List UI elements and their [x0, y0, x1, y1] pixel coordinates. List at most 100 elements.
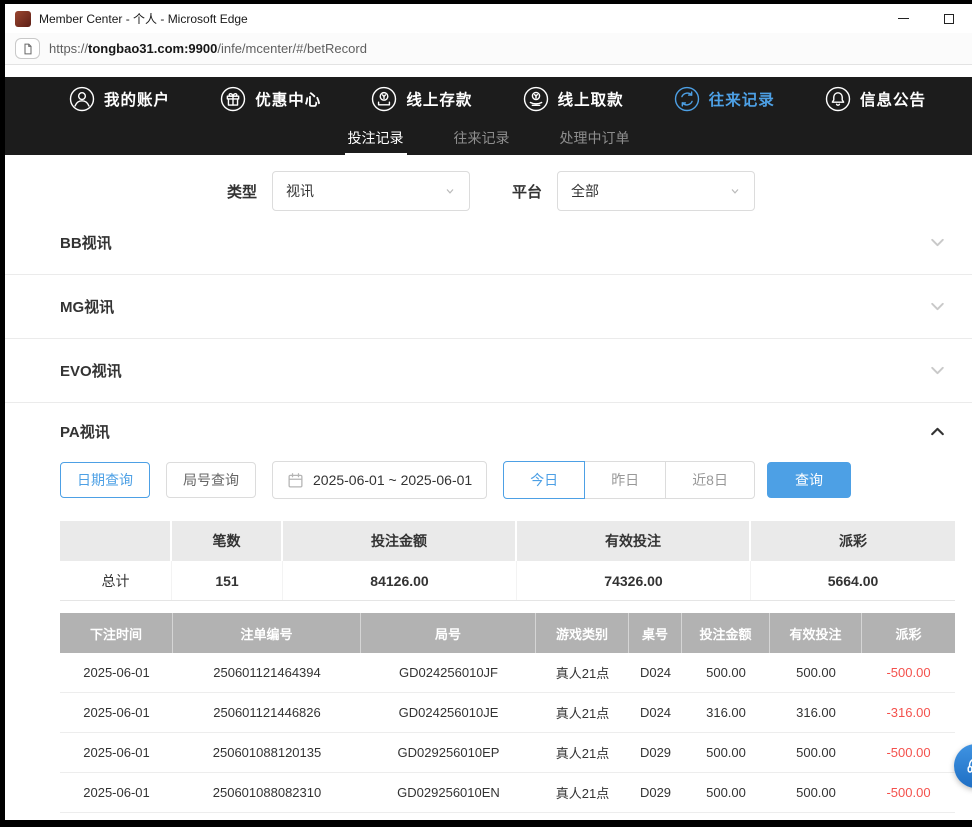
url-text: https://tongbao31.com:9900/infe/mcenter/…: [49, 41, 367, 56]
payout: -500.00: [862, 653, 955, 692]
headset-icon: [965, 755, 972, 777]
records-header-cell: 局号: [361, 613, 536, 653]
nav-item-promotions[interactable]: 优惠中心: [220, 86, 321, 112]
bet-id: 250601121464394: [173, 653, 361, 692]
bell-icon: [825, 86, 851, 112]
filter-row: 类型 视讯 平台 全部: [5, 171, 972, 211]
summary-valid-bet: 74326.00: [517, 561, 751, 600]
section-title: BB视讯: [60, 232, 112, 253]
section-title: PA视讯: [60, 421, 110, 442]
type-filter-label: 类型: [227, 181, 257, 202]
records-header-cell: 游戏类别: [536, 613, 629, 653]
nav-item-label: 线上取款: [558, 88, 624, 110]
section-bb-video[interactable]: BB视讯: [5, 211, 972, 275]
table-number: D024: [629, 693, 682, 732]
game-type: 真人21点: [536, 653, 629, 692]
valid-bet: 500.00: [770, 773, 862, 812]
nav-item-transaction-records[interactable]: 往来记录: [674, 86, 775, 112]
caret-down-icon: [729, 185, 741, 197]
maximize-button[interactable]: [926, 4, 972, 33]
section-pa-header[interactable]: PA视讯: [5, 403, 972, 459]
records-table: 下注时间 注单编号 局号 游戏类别 桌号 投注金额 有效投注 派彩 2025-0…: [60, 613, 955, 813]
date-range-picker[interactable]: 2025-06-01 ~ 2025-06-01: [272, 461, 487, 499]
url-domain: tongbao31.com:9900: [88, 41, 217, 56]
round-id: GD029256010EP: [361, 733, 536, 772]
section-evo-video[interactable]: EVO视讯: [5, 339, 972, 403]
subtab-bet-records[interactable]: 投注记录: [345, 121, 407, 155]
section-pa-video: PA视讯 日期查询 局号查询 2025-06-01 ~ 2025-06-01 今…: [5, 403, 972, 813]
search-button[interactable]: 查询: [767, 462, 851, 498]
maximize-icon: [944, 14, 954, 24]
platform-filter-label: 平台: [512, 181, 542, 202]
section-title: MG视讯: [60, 296, 114, 317]
nav-item-label: 线上存款: [406, 88, 472, 110]
table-number: D029: [629, 733, 682, 772]
date-range-value: 2025-06-01 ~ 2025-06-01: [313, 472, 472, 488]
bet-amount: 500.00: [682, 733, 770, 772]
records-header-row: 下注时间 注单编号 局号 游戏类别 桌号 投注金额 有效投注 派彩: [60, 613, 955, 653]
nav-item-announcements[interactable]: 信息公告: [825, 86, 926, 112]
address-bar[interactable]: https://tongbao31.com:9900/infe/mcenter/…: [5, 33, 972, 65]
round-id: GD024256010JE: [361, 693, 536, 732]
summary-header-cell: 派彩: [751, 521, 955, 561]
last-8-days-button[interactable]: 近8日: [665, 461, 755, 499]
withdraw-coin-icon: [523, 86, 549, 112]
section-mg-video[interactable]: MG视讯: [5, 275, 972, 339]
minimize-icon: [898, 18, 909, 19]
calendar-icon: [287, 472, 304, 489]
browser-titlebar: Member Center - 个人 - Microsoft Edge: [5, 4, 972, 33]
valid-bet: 316.00: [770, 693, 862, 732]
chevron-down-icon: [929, 234, 946, 251]
nav-item-label: 往来记录: [709, 88, 775, 110]
chevron-down-icon: [929, 298, 946, 315]
summary-payout: 5664.00: [751, 561, 955, 600]
game-type: 真人21点: [536, 773, 629, 812]
subtab-label: 往来记录: [454, 128, 510, 148]
records-header-cell: 注单编号: [173, 613, 361, 653]
deposit-coin-icon: [371, 86, 397, 112]
table-row: 2025-06-01 250601088120135 GD029256010EP…: [60, 733, 955, 773]
bet-amount: 500.00: [682, 653, 770, 692]
window-title: Member Center - 个人 - Microsoft Edge: [39, 10, 248, 27]
game-type: 真人21点: [536, 733, 629, 772]
platform-select-value: 全部: [571, 181, 729, 201]
bet-date: 2025-06-01: [60, 653, 173, 692]
nav-item-online-deposit[interactable]: 线上存款: [371, 86, 472, 112]
records-header-cell: 派彩: [862, 613, 955, 653]
summary-header-cell: [60, 521, 172, 561]
type-select[interactable]: 视讯: [272, 171, 470, 211]
subtab-transaction-records[interactable]: 往来记录: [451, 121, 513, 155]
transfer-record-icon: [674, 86, 700, 112]
app-favicon-icon: [15, 11, 31, 27]
subtab-processing-orders[interactable]: 处理中订单: [557, 121, 633, 155]
payout: -316.00: [862, 693, 955, 732]
bet-id: 250601088120135: [173, 733, 361, 772]
minimize-button[interactable]: [880, 4, 926, 33]
round-query-button[interactable]: 局号查询: [166, 462, 256, 498]
summary-header-row: 笔数 投注金额 有效投注 派彩: [60, 521, 955, 561]
nav-item-my-account[interactable]: 我的账户: [69, 86, 170, 112]
yesterday-button[interactable]: 昨日: [584, 461, 666, 499]
bet-amount: 316.00: [682, 693, 770, 732]
valid-bet: 500.00: [770, 733, 862, 772]
caret-down-icon: [444, 185, 456, 197]
user-icon: [69, 86, 95, 112]
table-row: 2025-06-01 250601121464394 GD024256010JF…: [60, 653, 955, 693]
today-button[interactable]: 今日: [503, 461, 585, 499]
game-type: 真人21点: [536, 693, 629, 732]
platform-select[interactable]: 全部: [557, 171, 755, 211]
date-query-button[interactable]: 日期查询: [60, 462, 150, 498]
table-row: 2025-06-01 250601088082310 GD029256010EN…: [60, 773, 955, 813]
main-navigation: 我的账户 优惠中心 线上存款 线上取款 往来记录 信息公告: [5, 77, 972, 121]
url-scheme: https://: [49, 41, 88, 56]
nav-item-label: 我的账户: [104, 88, 170, 110]
table-number: D029: [629, 773, 682, 812]
records-header-cell: 有效投注: [770, 613, 862, 653]
gift-icon: [220, 86, 246, 112]
nav-item-online-withdrawal[interactable]: 线上取款: [523, 86, 624, 112]
bet-id: 250601088082310: [173, 773, 361, 812]
round-id: GD024256010JF: [361, 653, 536, 692]
table-row: 2025-06-01 250601121446826 GD024256010JE…: [60, 693, 955, 733]
site-info-icon[interactable]: [15, 38, 40, 59]
summary-total-label: 总计: [60, 561, 172, 600]
